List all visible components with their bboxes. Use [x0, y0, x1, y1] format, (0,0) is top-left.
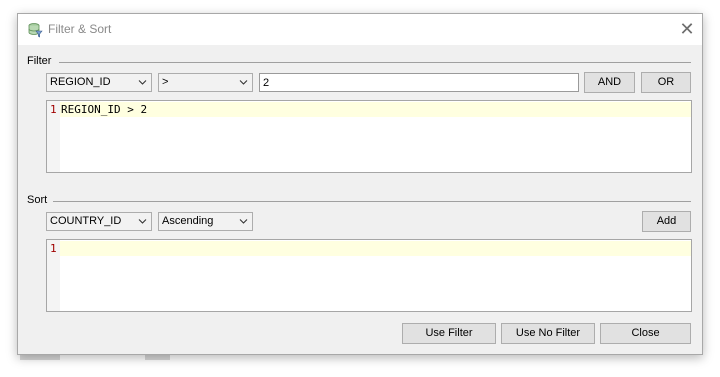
- chevron-down-icon: [138, 219, 147, 224]
- filter-column-select[interactable]: REGION_ID: [46, 73, 152, 92]
- chevron-down-icon: [239, 80, 248, 85]
- sort-column-select[interactable]: COUNTRY_ID: [46, 212, 152, 231]
- sort-expression-editor[interactable]: 1: [46, 239, 692, 312]
- filter-sort-icon: [28, 23, 43, 38]
- title-bar: Filter & Sort ✕: [18, 14, 702, 45]
- add-sort-button[interactable]: Add: [642, 211, 691, 232]
- sort-order-select[interactable]: Ascending: [158, 212, 253, 231]
- current-line-highlight: [60, 241, 691, 256]
- filter-column-value: REGION_ID: [50, 76, 111, 88]
- line-number: 1: [50, 242, 57, 255]
- current-line-highlight: [60, 102, 691, 117]
- filter-section-label: Filter: [27, 55, 52, 67]
- filter-expression-text: REGION_ID > 2: [61, 103, 148, 116]
- use-filter-button[interactable]: Use Filter: [402, 323, 496, 344]
- chevron-down-icon: [138, 80, 147, 85]
- chevron-down-icon: [239, 219, 248, 224]
- sort-section-label: Sort: [27, 194, 48, 206]
- sort-column-value: COUNTRY_ID: [50, 215, 122, 227]
- filter-value-input[interactable]: [259, 73, 579, 92]
- filter-sort-dialog: Filter & Sort ✕ Filter REGION_ID > AND O…: [17, 13, 703, 355]
- dialog-title: Filter & Sort: [48, 22, 112, 36]
- use-no-filter-button[interactable]: Use No Filter: [501, 323, 595, 344]
- sort-order-value: Ascending: [162, 215, 214, 227]
- sort-section-divider: [53, 201, 691, 202]
- or-button[interactable]: OR: [641, 72, 691, 93]
- filter-section-divider: [59, 62, 691, 63]
- filter-operator-select[interactable]: >: [158, 73, 253, 92]
- filter-expression-editor[interactable]: 1 REGION_ID > 2: [46, 100, 692, 173]
- and-button[interactable]: AND: [584, 72, 635, 93]
- close-button[interactable]: Close: [600, 323, 691, 344]
- close-icon[interactable]: ✕: [678, 20, 696, 38]
- line-number: 1: [50, 103, 57, 116]
- filter-operator-value: >: [162, 76, 169, 88]
